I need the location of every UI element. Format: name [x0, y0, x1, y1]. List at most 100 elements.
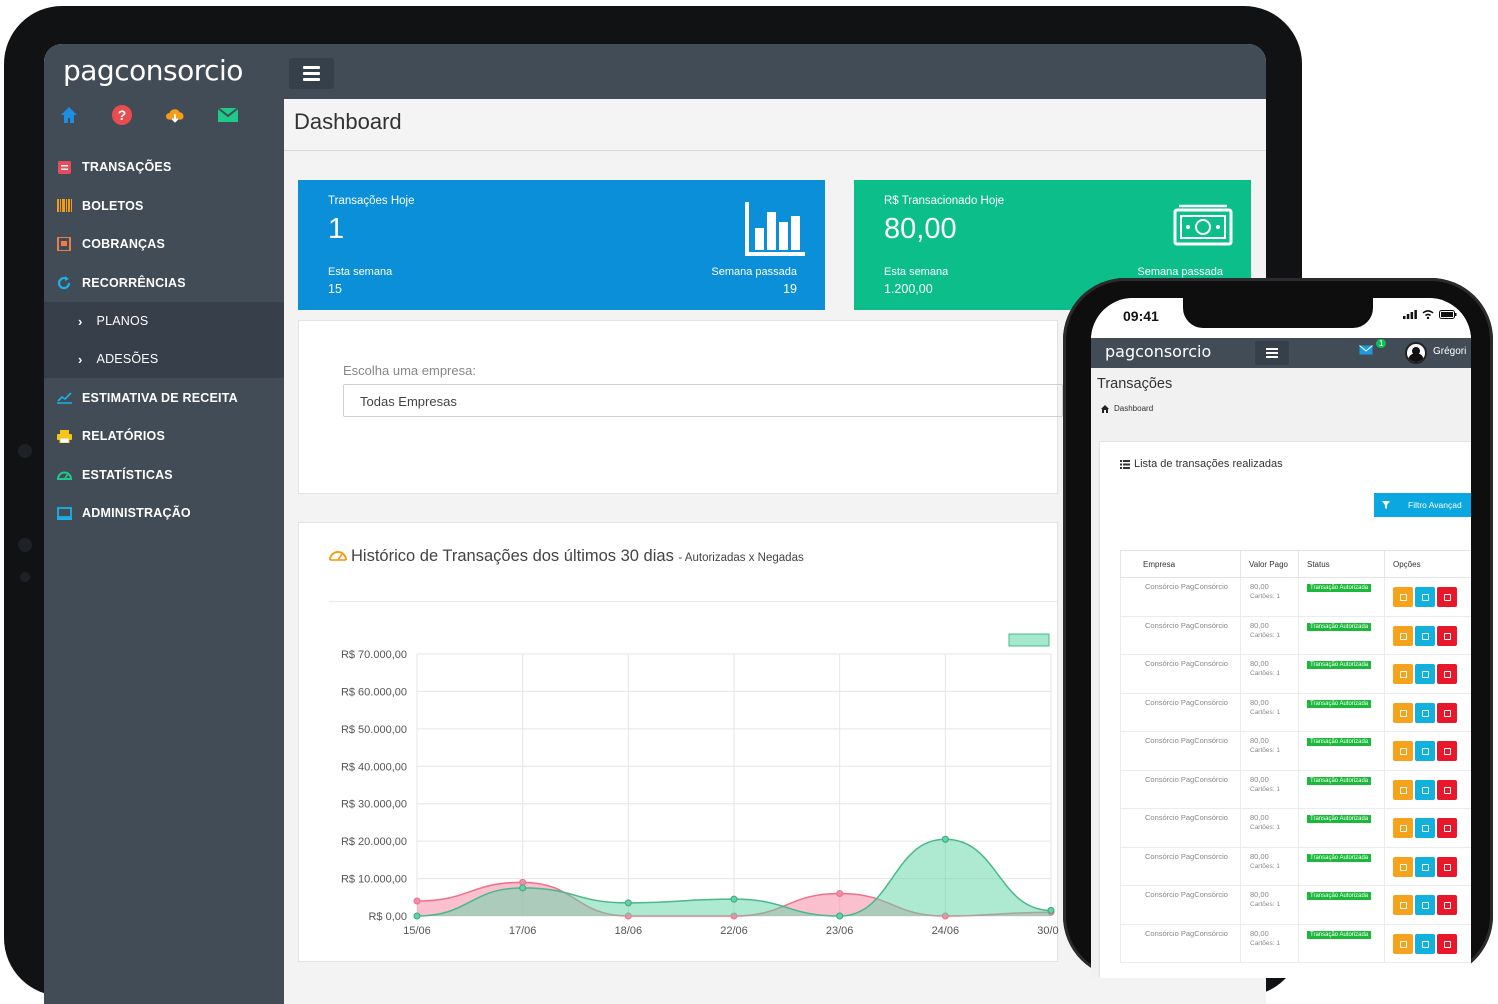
cell-valor: 80,00 Cartões: 1	[1240, 808, 1299, 848]
sidebar-item-estatisticas[interactable]: ESTATÍSTICAS	[44, 456, 284, 495]
cartoes-text: Cartões: 1	[1250, 824, 1280, 831]
mail-icon[interactable]	[1359, 345, 1373, 355]
view-button[interactable]	[1393, 664, 1413, 684]
notification-badge: 1	[1376, 339, 1387, 348]
y-tick-label: R$ 30.000,00	[341, 799, 407, 811]
sidebar-item-relatorios[interactable]: RELATÓRIOS	[44, 417, 284, 456]
sidebar-item-administracao[interactable]: ADMINISTRAÇÃO	[44, 494, 284, 533]
sidebar-item-boletos[interactable]: BOLETOS	[44, 187, 284, 226]
stat-value: 1	[328, 213, 345, 245]
column-header[interactable]: Status	[1298, 550, 1385, 578]
column-header[interactable]: Empresa	[1120, 550, 1241, 578]
divider	[329, 601, 1057, 602]
cell-valor: 80,00 Cartões: 1	[1240, 923, 1299, 963]
breadcrumb-item[interactable]: Dashboard	[1114, 404, 1153, 413]
help-icon[interactable]: ?	[111, 104, 133, 126]
status-time: 09:41	[1123, 308, 1159, 324]
sidebar-item-transacoes[interactable]: TRANSAÇÕES	[44, 148, 284, 187]
receipt-button[interactable]	[1415, 625, 1435, 646]
status-badge: Transação Autorizada	[1307, 892, 1372, 900]
view-button[interactable]	[1393, 818, 1413, 838]
view-button[interactable]	[1393, 856, 1413, 877]
view-button[interactable]	[1393, 741, 1413, 761]
delete-button[interactable]	[1437, 587, 1457, 607]
sidebar-item-label: BOLETOS	[82, 198, 144, 213]
x-tick-label: 22/06	[720, 925, 748, 937]
gauge-icon	[56, 467, 72, 483]
view-button[interactable]	[1393, 587, 1413, 607]
delete-button[interactable]	[1437, 856, 1457, 877]
column-header[interactable]: Valor Pago	[1240, 550, 1299, 578]
sidebar-item-label: RELATÓRIOS	[82, 429, 166, 444]
app-logo[interactable]: pagconsorcio	[1105, 342, 1211, 361]
cartoes-text: Cartões: 1	[1250, 631, 1280, 639]
advanced-filter-button[interactable]: Filtro Avançad	[1374, 493, 1471, 517]
cloud-download-icon[interactable]	[164, 104, 186, 126]
cartoes-text: Cartões: 1	[1250, 939, 1280, 947]
cell-opcoes	[1384, 615, 1471, 655]
sidebar-item-planos[interactable]: › PLANOS	[44, 302, 284, 340]
receipt-button[interactable]	[1415, 741, 1435, 761]
avatar[interactable]	[1405, 342, 1427, 364]
table-row: Consórcio PagConsórcio 80,00 Cartões: 1 Tra…	[1120, 846, 1471, 886]
sidebar-item-recorrencias[interactable]: RECORRÊNCIAS	[44, 264, 284, 303]
receipt-button[interactable]	[1415, 818, 1435, 838]
delete-button[interactable]	[1437, 741, 1457, 761]
delete-button[interactable]	[1437, 779, 1457, 800]
user-name[interactable]: Grégori	[1433, 346, 1466, 357]
chart-title: Histórico de Transações dos últimos 30 d…	[351, 547, 804, 566]
cell-status: Transação Autorizada	[1298, 692, 1385, 732]
delete-button[interactable]	[1437, 664, 1457, 684]
sidebar-item-cobrancas[interactable]: COBRANÇAS	[44, 225, 284, 264]
card-title: Lista de transações realizadas	[1120, 458, 1283, 470]
empresa-select[interactable]: Todas Empresas	[343, 384, 1063, 417]
table-row: Consórcio PagConsórcio 80,00 Cartões: 1 Tra…	[1120, 731, 1471, 771]
view-button[interactable]	[1393, 895, 1413, 915]
delete-button[interactable]	[1437, 818, 1457, 838]
view-button[interactable]	[1393, 625, 1413, 646]
menu-toggle-button[interactable]	[289, 58, 334, 89]
delete-button[interactable]	[1437, 625, 1457, 646]
table-header-row: Empresa Valor Pago Status Opções	[1120, 550, 1471, 578]
menu-toggle-button[interactable]	[1255, 341, 1289, 365]
page-header: Dashboard	[284, 99, 1266, 151]
home-icon[interactable]	[58, 104, 80, 126]
data-point	[1047, 906, 1055, 914]
view-button[interactable]	[1393, 702, 1413, 723]
valor-text: 80,00	[1250, 736, 1269, 745]
receipt-button[interactable]	[1415, 895, 1435, 915]
valor-text: 80,00	[1250, 890, 1269, 899]
data-point	[836, 890, 844, 898]
receipt-button[interactable]	[1415, 856, 1435, 877]
sidebar-item-label: ADESÕES	[96, 352, 159, 367]
data-point	[730, 895, 738, 903]
delete-button[interactable]	[1437, 702, 1457, 723]
receipt-button[interactable]	[1415, 664, 1435, 684]
app-logo[interactable]: pagconsorcio	[63, 54, 243, 87]
data-point	[624, 899, 632, 907]
table-row: Consórcio PagConsórcio 80,00 Cartões: 1 Tra…	[1120, 808, 1471, 848]
sidebar-item-estimativa[interactable]: ESTIMATIVA DE RECEITA	[44, 378, 284, 417]
cell-empresa: Consórcio PagConsórcio	[1120, 923, 1241, 963]
delete-button[interactable]	[1437, 895, 1457, 915]
delete-button[interactable]	[1437, 933, 1457, 954]
view-button[interactable]	[1393, 779, 1413, 800]
receipt-button[interactable]	[1415, 587, 1435, 607]
hamburger-icon	[303, 66, 320, 69]
valor-text: 80,00	[1250, 620, 1269, 630]
receipt-button[interactable]	[1415, 779, 1435, 800]
sidebar-item-adesoes[interactable]: › ADESÕES	[44, 340, 284, 378]
status-icons	[1403, 310, 1457, 319]
status-bar: 09:41	[1091, 298, 1471, 338]
view-button[interactable]	[1393, 933, 1413, 954]
receipt-button[interactable]	[1415, 933, 1435, 954]
mail-icon[interactable]	[217, 104, 239, 126]
receipt-button[interactable]	[1415, 702, 1435, 723]
tablet-sensor	[18, 444, 32, 458]
table-row: Consórcio PagConsórcio 80,00 Cartões: 1 Tra…	[1120, 885, 1471, 925]
wifi-icon	[1422, 310, 1434, 319]
printer-icon	[56, 428, 72, 444]
stat-week-label: Esta semana	[328, 266, 393, 278]
filter-icon	[1382, 501, 1390, 509]
top-bar	[284, 44, 1266, 99]
